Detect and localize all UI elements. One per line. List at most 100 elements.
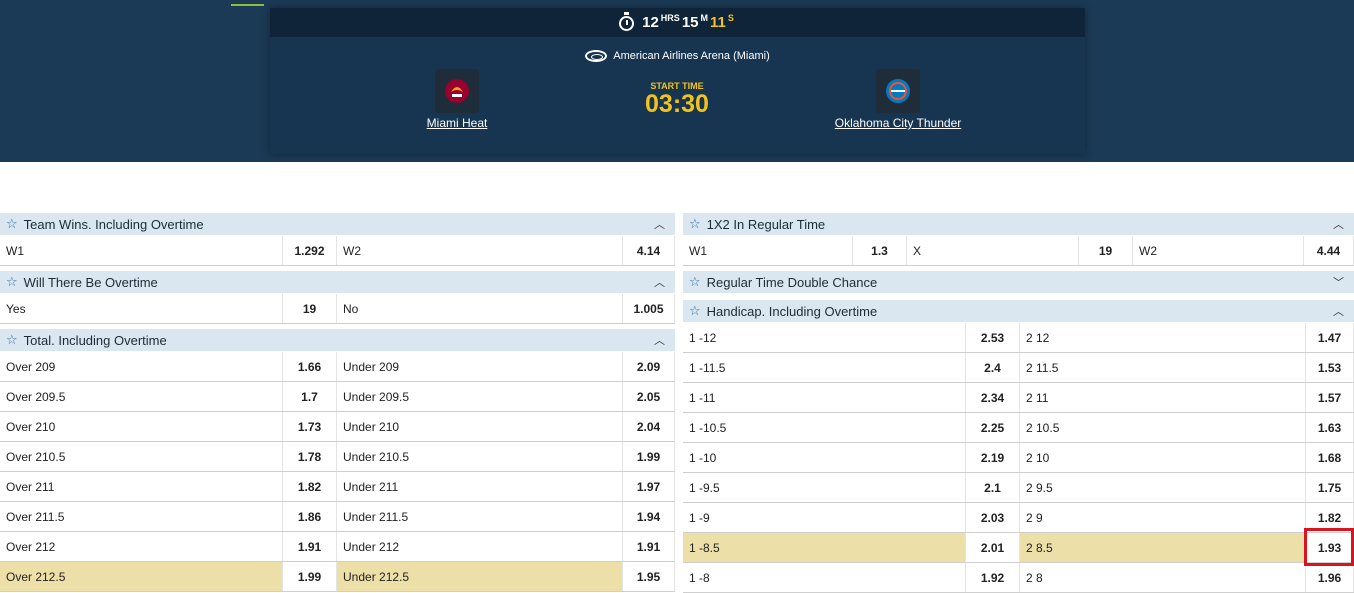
odd-value[interactable]: 4.44 (1304, 236, 1354, 265)
odd-value[interactable]: 2.1 (966, 473, 1020, 502)
odd-value[interactable]: 19 (1079, 236, 1133, 265)
outcome-label[interactable]: 2 9.5 (1020, 473, 1306, 502)
outcome-label[interactable]: Under 212.5 (337, 562, 623, 591)
odd-value[interactable]: 1.95 (623, 562, 675, 591)
star-icon[interactable]: ☆ (6, 274, 18, 290)
outcome-label[interactable]: Over 210.5 (0, 442, 283, 471)
odd-value[interactable]: 2.09 (623, 352, 675, 381)
odd-value[interactable]: 1.3 (853, 236, 907, 265)
outcome-label[interactable]: Under 209.5 (337, 382, 623, 411)
market-header-team-wins[interactable]: ☆ Team Wins. Including Overtime ︿ (0, 213, 675, 236)
odd-value[interactable]: 1.99 (623, 442, 675, 471)
away-team[interactable]: Oklahoma City Thunder (808, 69, 988, 130)
outcome-label[interactable]: X (907, 236, 1079, 265)
odd-value[interactable]: 1.92 (966, 563, 1020, 592)
outcome-label[interactable]: Under 211 (337, 472, 623, 501)
odd-value[interactable]: 1.86 (283, 502, 337, 531)
chevron-up-icon[interactable]: ︿ (1333, 216, 1344, 232)
odd-value[interactable]: 1.47 (1306, 323, 1354, 352)
odd-value[interactable]: 19 (283, 294, 337, 323)
outcome-label[interactable]: Under 211.5 (337, 502, 623, 531)
odd-value[interactable]: 2.03 (966, 503, 1020, 532)
star-icon[interactable]: ☆ (689, 216, 701, 232)
market-header-total[interactable]: ☆ Total. Including Overtime ︿ (0, 329, 675, 352)
odd-value[interactable]: 1.99 (283, 562, 337, 591)
outcome-label[interactable]: 1 -12 (683, 323, 966, 352)
outcome-label[interactable]: 1 -9.5 (683, 473, 966, 502)
outcome-label[interactable]: 2 8.5 (1020, 533, 1306, 562)
outcome-label[interactable]: 2 11 (1020, 383, 1306, 412)
outcome-label[interactable]: 2 11.5 (1020, 353, 1306, 382)
odd-value[interactable]: 2.34 (966, 383, 1020, 412)
outcome-label[interactable]: Under 209 (337, 352, 623, 381)
outcome-label[interactable]: Over 212 (0, 532, 283, 561)
chevron-up-icon[interactable]: ︿ (654, 274, 665, 290)
outcome-label[interactable]: 1 -9 (683, 503, 966, 532)
star-icon[interactable]: ☆ (6, 332, 18, 348)
odd-value[interactable]: 4.14 (623, 236, 675, 265)
outcome-label[interactable]: Under 210 (337, 412, 623, 441)
odd-value[interactable]: 2.25 (966, 413, 1020, 442)
market-header-overtime[interactable]: ☆ Will There Be Overtime ︿ (0, 271, 675, 294)
outcome-label[interactable]: Over 210 (0, 412, 283, 441)
odd-value[interactable]: 1.57 (1306, 383, 1354, 412)
home-team[interactable]: Miami Heat (367, 69, 547, 130)
outcome-label[interactable]: 1 -8 (683, 563, 966, 592)
outcome-label[interactable]: 2 8 (1020, 563, 1306, 592)
outcome-label[interactable]: W2 (1133, 236, 1304, 265)
outcome-label[interactable]: 1 -8.5 (683, 533, 966, 562)
odd-value[interactable]: 1.63 (1306, 413, 1354, 442)
odd-value[interactable]: 1.7 (283, 382, 337, 411)
outcome-label[interactable]: Under 212 (337, 532, 623, 561)
chevron-down-icon[interactable]: ﹀ (1333, 274, 1344, 290)
odd-value[interactable]: 1.97 (623, 472, 675, 501)
outcome-label[interactable]: Over 211 (0, 472, 283, 501)
outcome-label[interactable]: Over 209.5 (0, 382, 283, 411)
chevron-up-icon[interactable]: ︿ (654, 332, 665, 348)
odd-value[interactable]: 1.91 (623, 532, 675, 561)
outcome-label[interactable]: 2 10.5 (1020, 413, 1306, 442)
away-team-link[interactable]: Oklahoma City Thunder (808, 116, 988, 130)
outcome-label[interactable]: W1 (0, 236, 283, 265)
chevron-up-icon[interactable]: ︿ (1333, 303, 1344, 319)
home-team-link[interactable]: Miami Heat (367, 116, 547, 130)
outcome-label[interactable]: Over 212.5 (0, 562, 283, 591)
outcome-label[interactable]: Over 209 (0, 352, 283, 381)
odd-value[interactable]: 2.04 (623, 412, 675, 441)
odd-value[interactable]: 2.19 (966, 443, 1020, 472)
market-header-1x2[interactable]: ☆ 1X2 In Regular Time ︿ (683, 213, 1354, 236)
outcome-label[interactable]: W1 (683, 236, 853, 265)
odd-value[interactable]: 2.4 (966, 353, 1020, 382)
outcome-label[interactable]: 2 9 (1020, 503, 1306, 532)
odd-value[interactable]: 1.75 (1306, 473, 1354, 502)
star-icon[interactable]: ☆ (689, 303, 701, 319)
odd-value[interactable]: 1.82 (283, 472, 337, 501)
star-icon[interactable]: ☆ (6, 216, 18, 232)
outcome-label[interactable]: 1 -10 (683, 443, 966, 472)
odd-value[interactable]: 1.68 (1306, 443, 1354, 472)
odd-value[interactable]: 2.01 (966, 533, 1020, 562)
outcome-label[interactable]: Under 210.5 (337, 442, 623, 471)
odd-value[interactable]: 2.53 (966, 323, 1020, 352)
market-header-double-chance[interactable]: ☆ Regular Time Double Chance ﹀ (683, 271, 1354, 294)
outcome-label[interactable]: No (337, 294, 623, 323)
odd-value[interactable]: 1.96 (1306, 563, 1354, 592)
odd-value[interactable]: 1.73 (283, 412, 337, 441)
outcome-label[interactable]: 1 -11.5 (683, 353, 966, 382)
market-header-handicap[interactable]: ☆ Handicap. Including Overtime ︿ (683, 300, 1354, 323)
odd-value[interactable]: 1.91 (283, 532, 337, 561)
odd-value[interactable]: 1.005 (623, 294, 675, 323)
outcome-label[interactable]: Over 211.5 (0, 502, 283, 531)
odd-value[interactable]: 1.66 (283, 352, 337, 381)
outcome-label[interactable]: 2 12 (1020, 323, 1306, 352)
outcome-label[interactable]: 1 -10.5 (683, 413, 966, 442)
odd-value[interactable]: 2.05 (623, 382, 675, 411)
odd-value[interactable]: 1.94 (623, 502, 675, 531)
outcome-label[interactable]: 2 10 (1020, 443, 1306, 472)
chevron-up-icon[interactable]: ︿ (654, 216, 665, 232)
outcome-label[interactable]: 1 -11 (683, 383, 966, 412)
odd-value[interactable]: 1.78 (283, 442, 337, 471)
outcome-label[interactable]: W2 (337, 236, 623, 265)
star-icon[interactable]: ☆ (689, 274, 701, 290)
outcome-label[interactable]: Yes (0, 294, 283, 323)
